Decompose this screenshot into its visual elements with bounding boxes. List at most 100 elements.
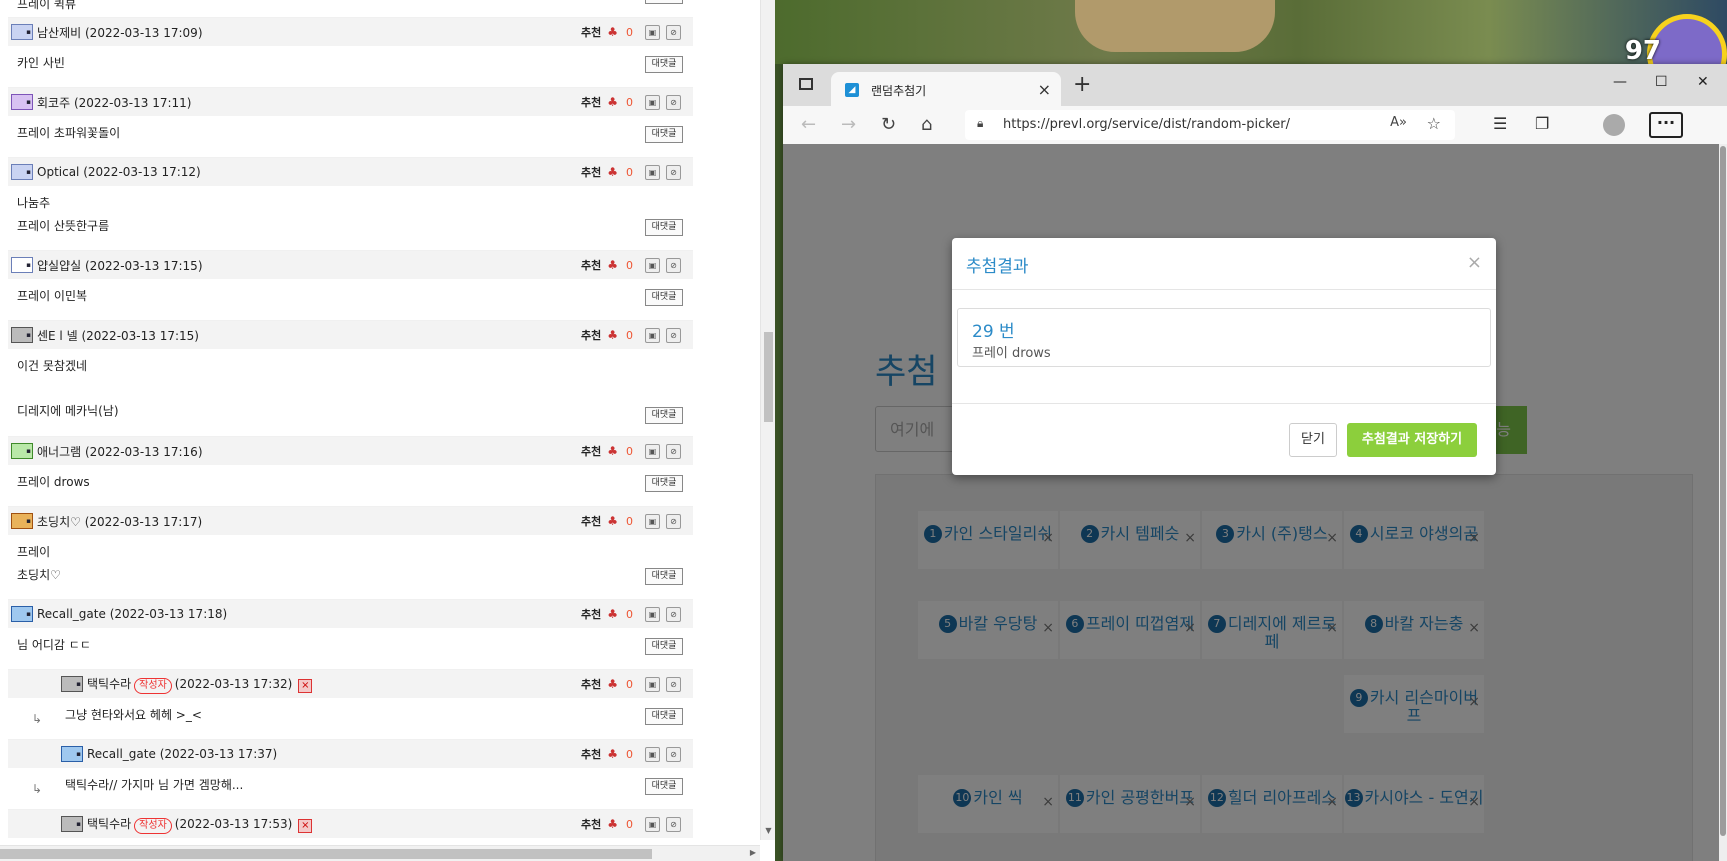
reply-button[interactable]: 대댓글 xyxy=(645,568,683,585)
comment-author[interactable]: 회코주 (2022-03-13 17:11) xyxy=(37,94,191,111)
block-icon[interactable]: ⊘ xyxy=(666,443,681,459)
add-favorite-icon[interactable]: ☆ xyxy=(1427,114,1441,133)
maximize-icon[interactable]: ☐ xyxy=(1655,74,1668,90)
scroll-down-icon[interactable]: ▼ xyxy=(761,826,775,840)
vertical-scrollbar[interactable]: ▼ xyxy=(760,0,775,840)
refresh-icon[interactable]: ↻ xyxy=(881,114,896,135)
close-button[interactable]: 닫기 xyxy=(1289,423,1337,457)
recommend-icon[interactable]: ♣ xyxy=(607,165,618,179)
author-name[interactable]: Recall_gate xyxy=(87,747,156,761)
tab-actions-icon[interactable]: . xyxy=(799,78,813,90)
report-icon[interactable]: ▣ xyxy=(645,606,660,622)
recommend-icon[interactable]: ♣ xyxy=(607,747,618,761)
read-aloud-icon[interactable]: A» xyxy=(1390,115,1407,130)
report-icon[interactable]: ▣ xyxy=(645,327,660,343)
comment-author[interactable]: 초딩치♡ (2022-03-13 17:17) xyxy=(37,513,202,530)
recommend-icon[interactable]: ♣ xyxy=(607,514,618,528)
favorites-icon[interactable]: ☰ xyxy=(1493,114,1507,133)
report-icon[interactable]: ▣ xyxy=(645,513,660,529)
report-icon[interactable]: ▣ xyxy=(645,443,660,459)
delete-icon[interactable]: × xyxy=(298,818,313,833)
report-icon[interactable]: ▣ xyxy=(645,746,660,762)
report-icon[interactable]: ▣ xyxy=(645,257,660,273)
comment-author[interactable]: Recall_gate (2022-03-13 17:37) xyxy=(87,747,277,761)
more-menu-icon[interactable]: ··· xyxy=(1649,112,1683,138)
tab-random-picker[interactable]: ◢ 랜덤추첨기 × xyxy=(831,72,1061,106)
author-name[interactable]: Optical xyxy=(37,165,79,179)
recommend-icon[interactable]: ♣ xyxy=(607,328,618,342)
reply-button[interactable]: 대댓글 xyxy=(645,778,683,795)
comment-author[interactable]: Optical (2022-03-13 17:12) xyxy=(37,165,201,179)
author-name[interactable]: 센E l 넬 xyxy=(37,329,78,343)
report-icon[interactable]: ▣ xyxy=(645,816,660,832)
page-scrollbar[interactable] xyxy=(1719,144,1727,861)
scrollbar-thumb[interactable] xyxy=(764,332,773,422)
save-result-button[interactable]: 추첨결과 저장하기 xyxy=(1347,423,1477,457)
minimize-icon[interactable]: — xyxy=(1613,74,1627,90)
reply-button[interactable]: 대댓글 xyxy=(645,0,683,4)
block-icon[interactable]: ⊘ xyxy=(666,94,681,110)
reply-button[interactable]: 대댓글 xyxy=(645,219,683,236)
reply-button[interactable]: 대댓글 xyxy=(645,708,683,725)
block-icon[interactable]: ⊘ xyxy=(666,676,681,692)
block-icon[interactable]: ⊘ xyxy=(666,816,681,832)
report-icon[interactable]: ▣ xyxy=(645,676,660,692)
reply-button[interactable]: 대댓글 xyxy=(645,407,683,424)
author-name[interactable]: 회코주 xyxy=(37,96,70,110)
author-name[interactable]: 초딩치♡ xyxy=(37,515,81,529)
reply-button[interactable]: 대댓글 xyxy=(645,638,683,655)
delete-icon[interactable]: × xyxy=(298,678,313,693)
block-icon[interactable]: ⊘ xyxy=(666,327,681,343)
block-icon[interactable]: ⊘ xyxy=(666,164,681,180)
comment-author[interactable]: 남산제비 (2022-03-13 17:09) xyxy=(37,24,203,41)
home-icon[interactable]: ⌂ xyxy=(921,114,932,135)
comment-author[interactable]: Recall_gate (2022-03-13 17:18) xyxy=(37,607,227,621)
author-name[interactable]: Recall_gate xyxy=(37,607,106,621)
back-icon[interactable]: ← xyxy=(801,114,816,135)
scroll-right-icon[interactable]: ▶ xyxy=(750,848,756,857)
recommend-icon[interactable]: ♣ xyxy=(607,25,618,39)
scrollbar-thumb[interactable] xyxy=(1720,146,1726,836)
new-tab-icon[interactable]: + xyxy=(1073,72,1091,97)
reply-button[interactable]: 대댓글 xyxy=(645,56,683,73)
address-bar[interactable]: 🔒︎ https://prevl.org/service/dist/random… xyxy=(965,110,1455,140)
collections-icon[interactable]: ❐ xyxy=(1535,114,1549,133)
author-name[interactable]: 남산제비 xyxy=(37,26,81,40)
reply-button[interactable]: 대댓글 xyxy=(645,126,683,143)
scrollbar-thumb[interactable] xyxy=(0,849,652,859)
block-icon[interactable]: ⊘ xyxy=(666,257,681,273)
level-icon: ▪ xyxy=(11,606,33,622)
report-icon[interactable]: ▣ xyxy=(645,94,660,110)
author-name[interactable]: 얍실얍실 xyxy=(37,259,81,273)
block-icon[interactable]: ⊘ xyxy=(666,24,681,40)
recommend-icon[interactable]: ♣ xyxy=(607,95,618,109)
modal-close-icon[interactable]: × xyxy=(1467,252,1482,273)
recommend-icon[interactable]: ♣ xyxy=(607,258,618,272)
author-name[interactable]: 택틱수라 xyxy=(87,817,131,831)
author-name[interactable]: 택틱수라 xyxy=(87,677,131,691)
block-icon[interactable]: ⊘ xyxy=(666,513,681,529)
profile-avatar[interactable] xyxy=(1603,114,1625,136)
recommend-icon[interactable]: ♣ xyxy=(607,444,618,458)
report-icon[interactable]: ▣ xyxy=(645,164,660,180)
recommend-icon[interactable]: ♣ xyxy=(607,607,618,621)
comment-author[interactable]: 센E l 넬 (2022-03-13 17:15) xyxy=(37,327,199,344)
comment-author[interactable]: 애너그램 (2022-03-13 17:16) xyxy=(37,443,203,460)
lock-icon[interactable]: 🔒︎ xyxy=(977,116,983,131)
block-icon[interactable]: ⊘ xyxy=(666,606,681,622)
author-name[interactable]: 애너그램 xyxy=(37,445,81,459)
horizontal-scrollbar[interactable]: ▶ xyxy=(0,845,760,861)
reply-button[interactable]: 대댓글 xyxy=(645,475,683,492)
block-icon[interactable]: ⊘ xyxy=(666,746,681,762)
report-icon[interactable]: ▣ xyxy=(645,24,660,40)
tab-close-icon[interactable]: × xyxy=(1038,80,1051,99)
reply-button[interactable]: 대댓글 xyxy=(645,289,683,306)
forward-icon[interactable]: → xyxy=(841,114,856,135)
comment-author[interactable]: 택틱수라 작성자 (2022-03-13 17:53) × xyxy=(87,815,313,834)
comment-author[interactable]: 얍실얍실 (2022-03-13 17:15) xyxy=(37,257,203,274)
url-text[interactable]: https://prevl.org/service/dist/random-pi… xyxy=(1003,117,1290,132)
recommend-icon[interactable]: ♣ xyxy=(607,677,618,691)
comment-author[interactable]: 택틱수라 작성자 (2022-03-13 17:32) × xyxy=(87,675,313,694)
recommend-icon[interactable]: ♣ xyxy=(607,817,618,831)
window-close-icon[interactable]: ✕ xyxy=(1697,74,1709,90)
